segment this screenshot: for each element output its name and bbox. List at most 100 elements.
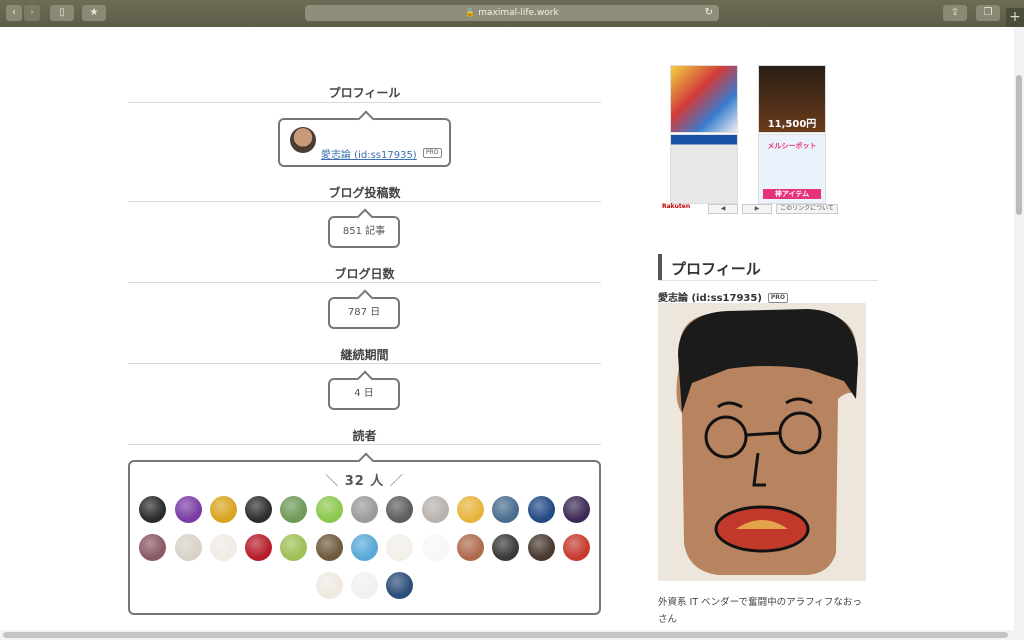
- reader-count-value: 32 人: [344, 474, 385, 489]
- new-tab-button[interactable]: +: [1006, 8, 1024, 27]
- streak-title: 継続期間: [340, 348, 389, 362]
- reader-avatar[interactable]: [315, 572, 343, 599]
- readers-title: 読者: [352, 429, 377, 443]
- ad-product-game[interactable]: [670, 65, 738, 133]
- reader-avatar[interactable]: [245, 534, 273, 561]
- address-bar[interactable]: 🔒 maximal-life.work ↻: [305, 5, 719, 21]
- reader-avatar[interactable]: [386, 496, 414, 523]
- reader-avatar[interactable]: [174, 496, 202, 523]
- favorites-button[interactable]: ★: [82, 5, 106, 21]
- forward-button[interactable]: ›: [24, 5, 40, 21]
- ad-prev-button[interactable]: ◀: [708, 204, 738, 214]
- reader-avatar[interactable]: [315, 496, 343, 523]
- bubble-notch: [356, 370, 374, 388]
- portrait-svg: [658, 303, 866, 581]
- divider: [128, 444, 601, 445]
- bubble-notch: [356, 289, 374, 307]
- reader-avatar[interactable]: [139, 496, 167, 523]
- rakuten-ad[interactable]: 11,500円 メルシーポット 神アイテム Rakuten ◀ ▶ このリンクに…: [662, 63, 838, 215]
- sidebar-user-name[interactable]: 愛志論 (id:ss17935) PRO: [658, 289, 789, 304]
- chevron-left-icon: ‹: [12, 7, 16, 18]
- sidebar-profile-description: 外資系 IT ベンダーで奮闘中のアラフィフなおっさん: [658, 597, 862, 625]
- reader-avatar[interactable]: [456, 496, 484, 523]
- pro-badge: PRO: [423, 148, 442, 158]
- reader-avatar[interactable]: [527, 496, 555, 523]
- blog-days-title: ブログ日数: [334, 267, 395, 281]
- reader-avatar[interactable]: [386, 572, 414, 599]
- divider: [128, 363, 601, 364]
- post-count-value: 851 記事: [342, 226, 386, 237]
- reader-avatar[interactable]: [139, 534, 167, 561]
- ad-product-food[interactable]: 11,500円: [758, 65, 826, 133]
- ad-product-ps4[interactable]: [670, 134, 738, 204]
- sidebar-profile-title: プロフィール: [671, 260, 761, 278]
- chevron-right-icon: ›: [30, 7, 34, 18]
- tabs-icon: ❐: [983, 7, 993, 18]
- tabs-button[interactable]: ❐: [976, 5, 1000, 21]
- share-button[interactable]: ⇪: [943, 5, 967, 21]
- reader-avatar[interactable]: [562, 496, 590, 523]
- reload-icon[interactable]: ↻: [705, 5, 713, 21]
- ad-price-unit: 円: [806, 119, 817, 130]
- reader-avatar[interactable]: [351, 534, 378, 561]
- reader-avatar[interactable]: [280, 496, 308, 523]
- divider: [128, 282, 601, 283]
- reader-avatar[interactable]: [562, 534, 590, 561]
- ad-next-button[interactable]: ▶: [742, 204, 772, 214]
- back-button[interactable]: ‹: [6, 5, 22, 21]
- divider: [128, 102, 601, 103]
- lock-icon: 🔒: [465, 8, 476, 17]
- reader-avatar[interactable]: [492, 496, 520, 523]
- count-deco-left: ＼: [325, 474, 340, 489]
- reader-avatar[interactable]: [421, 534, 449, 561]
- sidebar-toggle-button[interactable]: ▯: [50, 5, 74, 21]
- reader-avatar[interactable]: [527, 534, 555, 561]
- share-icon: ⇪: [950, 7, 960, 18]
- vertical-scrollbar[interactable]: [1014, 27, 1024, 630]
- profile-portrait-drawing[interactable]: [658, 303, 866, 581]
- reader-avatar[interactable]: [209, 496, 237, 523]
- blog-days-bubble: 787 日: [328, 289, 400, 329]
- profile-section-title: プロフィール: [328, 86, 401, 100]
- reader-avatar[interactable]: [456, 534, 484, 561]
- url-text: maximal-life.work: [478, 8, 559, 18]
- blog-days-value: 787 日: [347, 307, 381, 318]
- reader-avatar[interactable]: [245, 496, 273, 523]
- ad-coupon-text: メルシーポット: [767, 142, 817, 150]
- reader-avatar[interactable]: [174, 534, 202, 561]
- streak-bubble: 4 日: [328, 370, 400, 410]
- post-count-bubble: 851 記事: [328, 208, 400, 248]
- profile-user-link[interactable]: 愛志論 (id:ss17935): [321, 146, 417, 161]
- reader-avatar[interactable]: [209, 534, 237, 561]
- streak-value: 4 日: [354, 388, 374, 399]
- reader-avatar[interactable]: [421, 496, 449, 523]
- horizontal-scroll-thumb[interactable]: [3, 632, 1008, 638]
- star-icon: ★: [89, 7, 99, 18]
- ad-product-baby[interactable]: メルシーポット 神アイテム: [758, 134, 826, 204]
- reader-avatar[interactable]: [351, 496, 378, 523]
- count-deco-right: ／: [389, 474, 404, 489]
- readers-bubble: ＼ 32 人 ／: [128, 452, 601, 615]
- reader-avatar[interactable]: [315, 534, 343, 561]
- divider: [128, 201, 601, 202]
- horizontal-scrollbar[interactable]: [0, 630, 1024, 640]
- sidebar-icon: ▯: [59, 7, 65, 18]
- ad-about-link[interactable]: このリンクについて: [776, 204, 838, 214]
- ad-price-value: 11,500: [767, 119, 807, 130]
- vertical-scroll-thumb[interactable]: [1016, 75, 1022, 215]
- reader-avatar[interactable]: [280, 534, 308, 561]
- post-count-title: ブログ投稿数: [328, 186, 401, 200]
- avatar[interactable]: [290, 127, 316, 153]
- reader-avatar[interactable]: [386, 534, 414, 561]
- reader-avatar[interactable]: [492, 534, 520, 561]
- pro-badge: PRO: [767, 293, 789, 303]
- browser-toolbar: ‹ › ▯ ★ 🔒 maximal-life.work ↻ ⇪ ❐ +: [0, 0, 1024, 27]
- reader-count: ＼ 32 人 ／: [130, 470, 599, 489]
- bubble-notch: [356, 208, 374, 226]
- profile-bubble: 愛志論 (id:ss17935) PRO: [278, 110, 451, 167]
- ad-price: 11,500円: [759, 115, 825, 130]
- web-page: プロフィール 愛志論 (id:ss17935) PRO ブログ投稿数 851 記…: [0, 27, 1014, 630]
- title-accent-bar: [658, 254, 662, 280]
- reader-avatar[interactable]: [351, 572, 378, 599]
- rakuten-logo: Rakuten: [662, 203, 691, 210]
